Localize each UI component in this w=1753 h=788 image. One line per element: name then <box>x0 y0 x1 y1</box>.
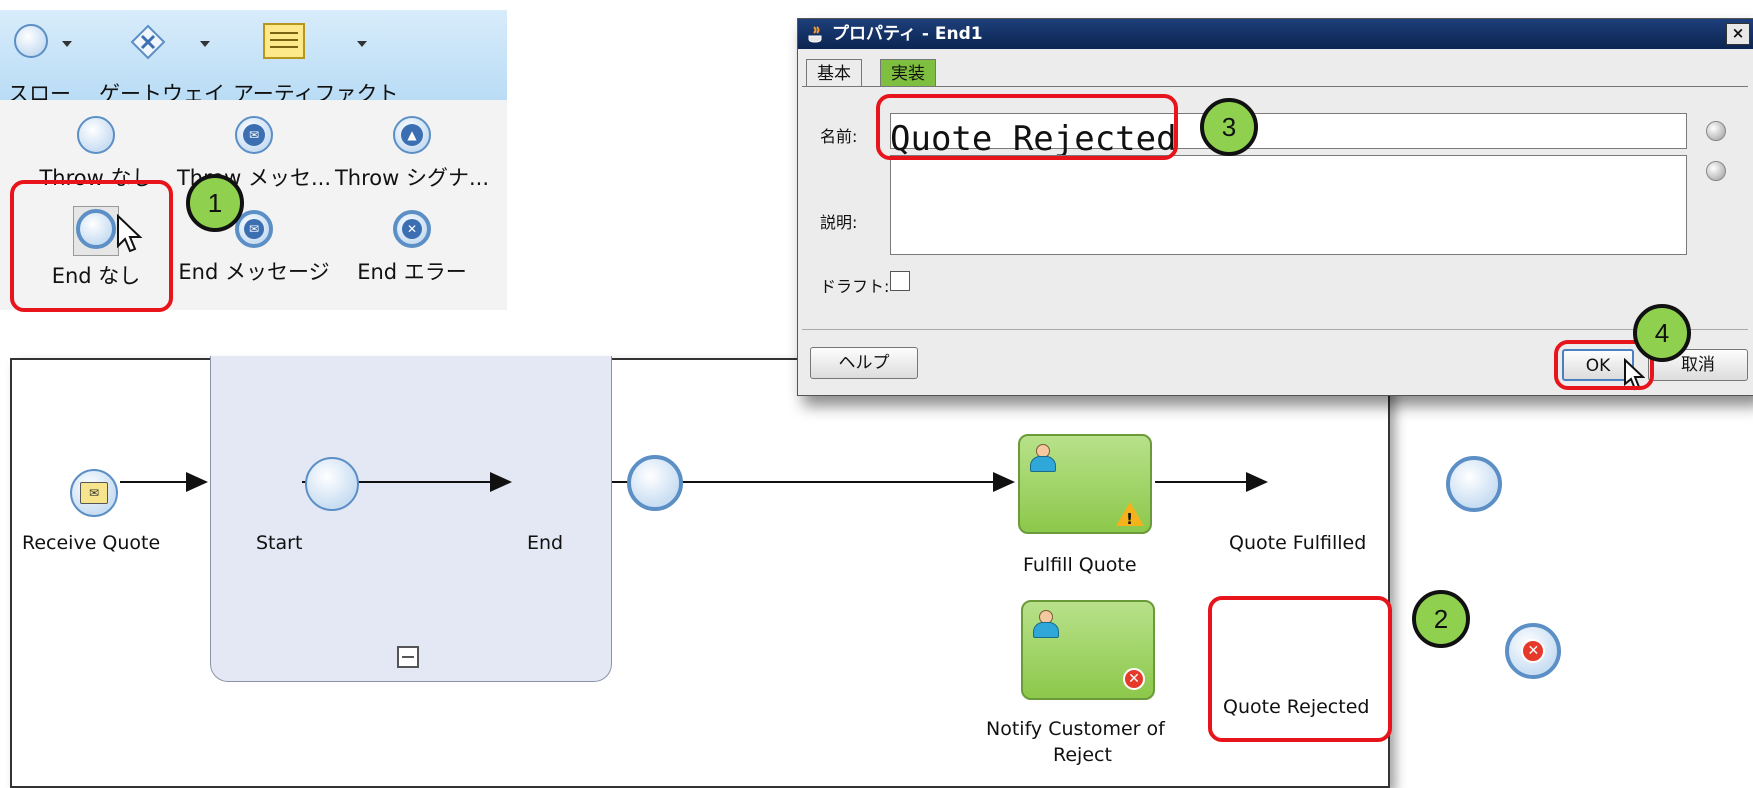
fulfill-quote-label: Fulfill Quote <box>1023 554 1137 576</box>
footer-divider <box>802 329 1748 330</box>
end-event[interactable] <box>627 455 684 511</box>
callout-2: 2 <box>1412 590 1470 648</box>
start-event[interactable] <box>305 457 360 511</box>
dialog-title: プロパティ - End1 <box>832 24 983 44</box>
quote-rejected-event[interactable]: ✕ <box>1505 623 1562 679</box>
user-icon <box>1030 444 1056 472</box>
globe-icon[interactable] <box>1706 121 1726 141</box>
highlight-quote-rejected <box>1208 596 1392 742</box>
quote-fulfilled-label: Quote Fulfilled <box>1229 532 1367 554</box>
callout-3: 3 <box>1200 98 1258 156</box>
receive-quote-label: Receive Quote <box>22 532 161 554</box>
tab-implementation[interactable]: 実装 <box>880 59 936 87</box>
user-icon <box>1033 610 1059 638</box>
notify-customer-task[interactable]: ✕ <box>1021 600 1155 700</box>
error-icon: ✕ <box>1521 639 1546 663</box>
name-label: 名前: <box>820 127 858 146</box>
help-button[interactable]: ヘルプ <box>810 347 918 379</box>
draft-checkbox[interactable] <box>890 271 910 291</box>
notify-customer-label-1: Notify Customer of <box>986 718 1165 740</box>
callout-4: 4 <box>1633 304 1691 362</box>
notify-customer-label-2: Reject <box>1053 744 1112 766</box>
tab-basic[interactable]: 基本 <box>806 59 862 87</box>
callout-1: 1 <box>186 174 244 232</box>
globe-icon[interactable] <box>1706 161 1726 181</box>
tab-divider <box>802 86 1748 87</box>
end-label: End <box>527 532 564 554</box>
description-label: 説明: <box>820 213 858 232</box>
highlight-name-field <box>876 94 1178 160</box>
receive-quote-event[interactable]: ✉ <box>70 469 118 517</box>
java-cup-icon <box>808 26 822 43</box>
draft-label: ドラフト: <box>820 277 890 296</box>
close-button[interactable]: × <box>1726 23 1750 45</box>
error-icon: ✕ <box>1123 668 1145 690</box>
fulfill-quote-task[interactable]: ! <box>1018 434 1152 534</box>
description-field[interactable] <box>890 155 1687 255</box>
highlight-end-none <box>10 180 173 312</box>
envelope-icon: ✉ <box>80 482 108 504</box>
start-label: Start <box>256 532 303 554</box>
dialog-title-bar[interactable]: プロパティ - End1 × <box>798 19 1753 49</box>
quote-fulfilled-event[interactable] <box>1446 456 1503 512</box>
